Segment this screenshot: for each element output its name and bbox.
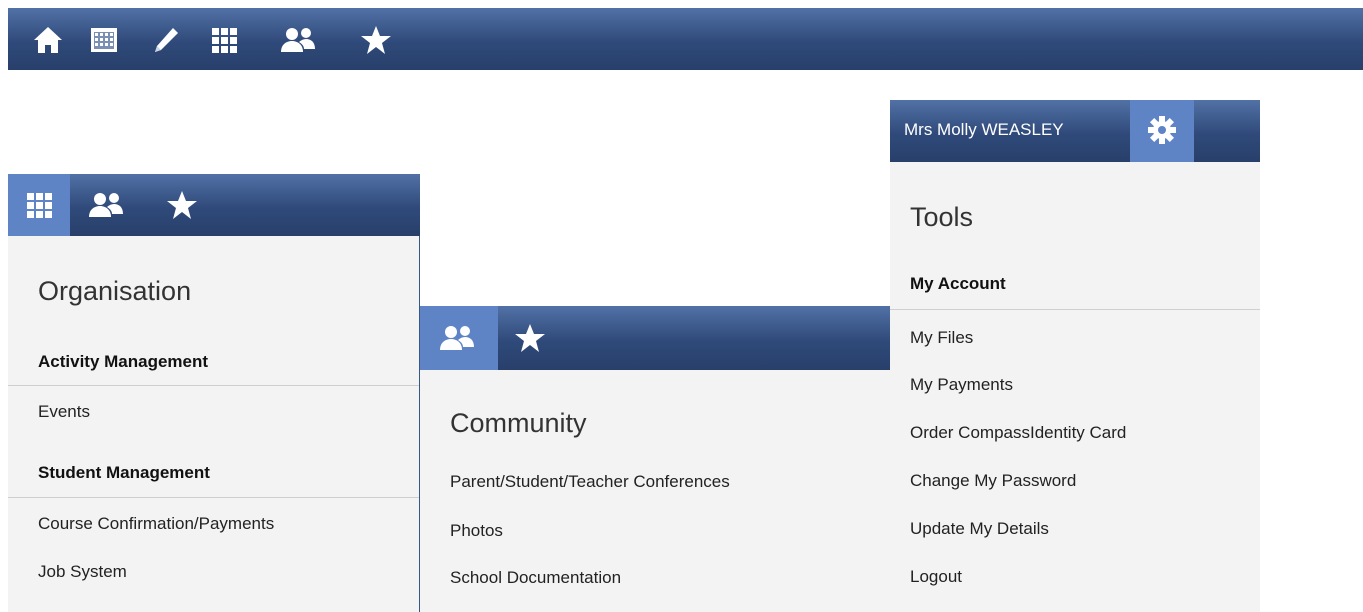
community-menu-panel: Community Parent/Student/Teacher Confere… — [420, 370, 890, 612]
menu-item-school-documentation[interactable]: School Documentation — [450, 568, 621, 588]
menu-item-change-password[interactable]: Change My Password — [910, 471, 1076, 491]
people-icon — [434, 322, 480, 354]
page-title: Organisation — [38, 276, 192, 306]
top-toolbar — [8, 8, 1363, 70]
star-icon[interactable] — [512, 322, 548, 354]
menu-item-update-details[interactable]: Update My Details — [910, 519, 1049, 539]
community-menu-header — [420, 306, 890, 370]
grid-icon[interactable] — [206, 22, 242, 58]
star-icon[interactable] — [358, 22, 394, 58]
page-title: Tools — [910, 202, 974, 232]
divider — [890, 309, 1260, 310]
star-icon[interactable] — [164, 188, 200, 222]
menu-item-order-id-card[interactable]: Order CompassIdentity Card — [910, 423, 1126, 443]
menu-item-my-files[interactable]: My Files — [910, 328, 973, 348]
divider — [8, 497, 419, 498]
home-icon[interactable] — [30, 22, 66, 58]
section-heading: My Account — [910, 274, 1006, 293]
menu-item-my-payments[interactable]: My Payments — [910, 375, 1013, 395]
user-name[interactable]: Mrs Molly WEASLEY — [904, 120, 1064, 140]
grid-icon — [22, 190, 56, 220]
organisation-menu-header — [8, 174, 420, 236]
section-heading: Activity Management — [38, 352, 209, 371]
menu-item-conferences[interactable]: Parent/Student/Teacher Conferences — [450, 472, 730, 492]
people-icon[interactable] — [278, 22, 318, 58]
menu-item-logout[interactable]: Logout — [910, 567, 962, 587]
pencil-icon[interactable] — [148, 22, 184, 58]
menu-item-photos[interactable]: Photos — [450, 521, 503, 541]
gear-icon — [1146, 114, 1178, 146]
calendar-icon[interactable] — [86, 22, 122, 58]
user-menu-header: Mrs Molly WEASLEY — [890, 100, 1260, 162]
user-menu-panel: Tools My Account My Files My Payments Or… — [890, 162, 1260, 612]
menu-item-course-confirmation[interactable]: Course Confirmation/Payments — [38, 514, 274, 534]
section-heading: Student Management — [38, 463, 210, 482]
page-title: Community — [450, 408, 587, 438]
organisation-menu-panel: Organisation Activity Management Events … — [8, 236, 420, 612]
menu-item-events[interactable]: Events — [38, 402, 90, 422]
divider — [8, 385, 419, 386]
menu-item-job-system[interactable]: Job System — [38, 562, 127, 582]
people-icon[interactable] — [86, 188, 126, 222]
